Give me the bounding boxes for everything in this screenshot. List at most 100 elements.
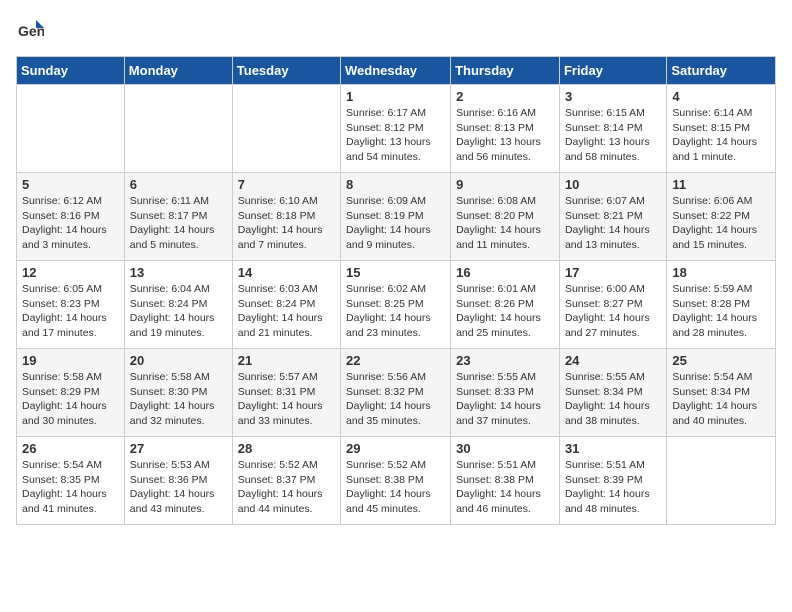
day-info: Sunrise: 6:11 AM Sunset: 8:17 PM Dayligh… bbox=[130, 194, 227, 253]
weekday-header-row: SundayMondayTuesdayWednesdayThursdayFrid… bbox=[17, 57, 776, 85]
calendar-day-cell: 12 Sunrise: 6:05 AM Sunset: 8:23 PM Dayli… bbox=[17, 261, 125, 349]
calendar-day-cell: 18 Sunrise: 5:59 AM Sunset: 8:28 PM Dayli… bbox=[667, 261, 776, 349]
page-header: Gen bbox=[16, 16, 776, 44]
calendar-day-cell: 2Sunrise: 6:16 AM Sunset: 8:13 PM Daylig… bbox=[451, 85, 560, 173]
day-number: 8 bbox=[346, 177, 445, 192]
day-number: 22 bbox=[346, 353, 445, 368]
day-info: Sunrise: 5:55 AM Sunset: 8:33 PM Dayligh… bbox=[456, 370, 554, 429]
day-number: 20 bbox=[130, 353, 227, 368]
day-info: Sunrise: 5:52 AM Sunset: 8:37 PM Dayligh… bbox=[238, 458, 335, 517]
weekday-header-monday: Monday bbox=[124, 57, 232, 85]
day-info: Sunrise: 5:59 AM Sunset: 8:28 PM Dayligh… bbox=[672, 282, 770, 341]
calendar-week-row: 1 Sunrise: 6:17 AM Sunset: 8:12 PM Daylig… bbox=[17, 85, 776, 173]
day-number: 29 bbox=[346, 441, 445, 456]
empty-cell bbox=[124, 85, 232, 173]
day-info: Sunrise: 6:02 AM Sunset: 8:25 PM Dayligh… bbox=[346, 282, 445, 341]
day-info: Sunrise: 6:01 AM Sunset: 8:26 PM Dayligh… bbox=[456, 282, 554, 341]
day-info: Sunrise: 6:07 AM Sunset: 8:21 PM Dayligh… bbox=[565, 194, 661, 253]
calendar-day-cell: 19Sunrise: 5:58 AM Sunset: 8:29 PM Dayli… bbox=[17, 349, 125, 437]
calendar-day-cell: 28 Sunrise: 5:52 AM Sunset: 8:37 PM Dayli… bbox=[232, 437, 340, 525]
day-info: Sunrise: 6:15 AM Sunset: 8:14 PM Dayligh… bbox=[565, 106, 661, 165]
day-info: Sunrise: 5:54 AM Sunset: 8:35 PM Dayligh… bbox=[22, 458, 119, 517]
day-info: Sunrise: 5:51 AM Sunset: 8:38 PM Dayligh… bbox=[456, 458, 554, 517]
day-number: 10 bbox=[565, 177, 661, 192]
calendar-day-cell: 6Sunrise: 6:11 AM Sunset: 8:17 PM Daylig… bbox=[124, 173, 232, 261]
day-number: 28 bbox=[238, 441, 335, 456]
day-number: 18 bbox=[672, 265, 770, 280]
day-number: 17 bbox=[565, 265, 661, 280]
calendar-day-cell: 14Sunrise: 6:03 AM Sunset: 8:24 PM Dayli… bbox=[232, 261, 340, 349]
calendar-day-cell: 1 Sunrise: 6:17 AM Sunset: 8:12 PM Daylig… bbox=[341, 85, 451, 173]
calendar-day-cell: 22 Sunrise: 5:56 AM Sunset: 8:32 PM Dayli… bbox=[341, 349, 451, 437]
day-info: Sunrise: 6:10 AM Sunset: 8:18 PM Dayligh… bbox=[238, 194, 335, 253]
day-info: Sunrise: 6:05 AM Sunset: 8:23 PM Dayligh… bbox=[22, 282, 119, 341]
calendar-day-cell: 7 Sunrise: 6:10 AM Sunset: 8:18 PM Daylig… bbox=[232, 173, 340, 261]
calendar-week-row: 12 Sunrise: 6:05 AM Sunset: 8:23 PM Dayli… bbox=[17, 261, 776, 349]
calendar-table: SundayMondayTuesdayWednesdayThursdayFrid… bbox=[16, 56, 776, 525]
calendar-day-cell: 16 Sunrise: 6:01 AM Sunset: 8:26 PM Dayli… bbox=[451, 261, 560, 349]
calendar-day-cell: 3 Sunrise: 6:15 AM Sunset: 8:14 PM Daylig… bbox=[559, 85, 666, 173]
calendar-day-cell: 17 Sunrise: 6:00 AM Sunset: 8:27 PM Dayli… bbox=[559, 261, 666, 349]
day-info: Sunrise: 5:57 AM Sunset: 8:31 PM Dayligh… bbox=[238, 370, 335, 429]
day-number: 12 bbox=[22, 265, 119, 280]
calendar-day-cell: 5 Sunrise: 6:12 AM Sunset: 8:16 PM Daylig… bbox=[17, 173, 125, 261]
day-number: 21 bbox=[238, 353, 335, 368]
calendar-day-cell: 9 Sunrise: 6:08 AM Sunset: 8:20 PM Daylig… bbox=[451, 173, 560, 261]
empty-cell bbox=[17, 85, 125, 173]
day-info: Sunrise: 6:17 AM Sunset: 8:12 PM Dayligh… bbox=[346, 106, 445, 165]
weekday-header-wednesday: Wednesday bbox=[341, 57, 451, 85]
day-info: Sunrise: 6:03 AM Sunset: 8:24 PM Dayligh… bbox=[238, 282, 335, 341]
calendar-week-row: 19Sunrise: 5:58 AM Sunset: 8:29 PM Dayli… bbox=[17, 349, 776, 437]
calendar-day-cell: 24Sunrise: 5:55 AM Sunset: 8:34 PM Dayli… bbox=[559, 349, 666, 437]
calendar-day-cell: 21 Sunrise: 5:57 AM Sunset: 8:31 PM Dayli… bbox=[232, 349, 340, 437]
calendar-day-cell: 8 Sunrise: 6:09 AM Sunset: 8:19 PM Daylig… bbox=[341, 173, 451, 261]
day-number: 26 bbox=[22, 441, 119, 456]
calendar-day-cell: 11Sunrise: 6:06 AM Sunset: 8:22 PM Dayli… bbox=[667, 173, 776, 261]
day-info: Sunrise: 6:16 AM Sunset: 8:13 PM Dayligh… bbox=[456, 106, 554, 165]
calendar-day-cell: 15Sunrise: 6:02 AM Sunset: 8:25 PM Dayli… bbox=[341, 261, 451, 349]
day-info: Sunrise: 6:14 AM Sunset: 8:15 PM Dayligh… bbox=[672, 106, 770, 165]
day-number: 13 bbox=[130, 265, 227, 280]
day-info: Sunrise: 6:08 AM Sunset: 8:20 PM Dayligh… bbox=[456, 194, 554, 253]
day-number: 4 bbox=[672, 89, 770, 104]
day-info: Sunrise: 6:12 AM Sunset: 8:16 PM Dayligh… bbox=[22, 194, 119, 253]
day-number: 5 bbox=[22, 177, 119, 192]
day-number: 31 bbox=[565, 441, 661, 456]
calendar-day-cell: 23 Sunrise: 5:55 AM Sunset: 8:33 PM Dayli… bbox=[451, 349, 560, 437]
weekday-header-saturday: Saturday bbox=[667, 57, 776, 85]
logo: Gen bbox=[16, 16, 48, 44]
calendar-day-cell: 4 Sunrise: 6:14 AM Sunset: 8:15 PM Daylig… bbox=[667, 85, 776, 173]
logo-icon: Gen bbox=[16, 16, 44, 44]
day-number: 11 bbox=[672, 177, 770, 192]
day-number: 19 bbox=[22, 353, 119, 368]
calendar-day-cell: 27 Sunrise: 5:53 AM Sunset: 8:36 PM Dayli… bbox=[124, 437, 232, 525]
day-number: 24 bbox=[565, 353, 661, 368]
day-number: 27 bbox=[130, 441, 227, 456]
day-info: Sunrise: 5:51 AM Sunset: 8:39 PM Dayligh… bbox=[565, 458, 661, 517]
day-info: Sunrise: 6:04 AM Sunset: 8:24 PM Dayligh… bbox=[130, 282, 227, 341]
day-info: Sunrise: 6:00 AM Sunset: 8:27 PM Dayligh… bbox=[565, 282, 661, 341]
day-number: 30 bbox=[456, 441, 554, 456]
calendar-day-cell: 29 Sunrise: 5:52 AM Sunset: 8:38 PM Dayli… bbox=[341, 437, 451, 525]
day-number: 16 bbox=[456, 265, 554, 280]
day-info: Sunrise: 5:56 AM Sunset: 8:32 PM Dayligh… bbox=[346, 370, 445, 429]
calendar-week-row: 5 Sunrise: 6:12 AM Sunset: 8:16 PM Daylig… bbox=[17, 173, 776, 261]
day-number: 7 bbox=[238, 177, 335, 192]
day-number: 1 bbox=[346, 89, 445, 104]
day-info: Sunrise: 5:54 AM Sunset: 8:34 PM Dayligh… bbox=[672, 370, 770, 429]
weekday-header-thursday: Thursday bbox=[451, 57, 560, 85]
empty-cell bbox=[232, 85, 340, 173]
day-number: 23 bbox=[456, 353, 554, 368]
day-number: 3 bbox=[565, 89, 661, 104]
calendar-day-cell: 26 Sunrise: 5:54 AM Sunset: 8:35 PM Dayli… bbox=[17, 437, 125, 525]
day-info: Sunrise: 5:52 AM Sunset: 8:38 PM Dayligh… bbox=[346, 458, 445, 517]
day-info: Sunrise: 5:53 AM Sunset: 8:36 PM Dayligh… bbox=[130, 458, 227, 517]
calendar-day-cell: 10 Sunrise: 6:07 AM Sunset: 8:21 PM Dayli… bbox=[559, 173, 666, 261]
day-info: Sunrise: 6:09 AM Sunset: 8:19 PM Dayligh… bbox=[346, 194, 445, 253]
day-number: 9 bbox=[456, 177, 554, 192]
empty-cell bbox=[667, 437, 776, 525]
day-number: 25 bbox=[672, 353, 770, 368]
calendar-day-cell: 25 Sunrise: 5:54 AM Sunset: 8:34 PM Dayli… bbox=[667, 349, 776, 437]
day-info: Sunrise: 5:58 AM Sunset: 8:30 PM Dayligh… bbox=[130, 370, 227, 429]
weekday-header-friday: Friday bbox=[559, 57, 666, 85]
